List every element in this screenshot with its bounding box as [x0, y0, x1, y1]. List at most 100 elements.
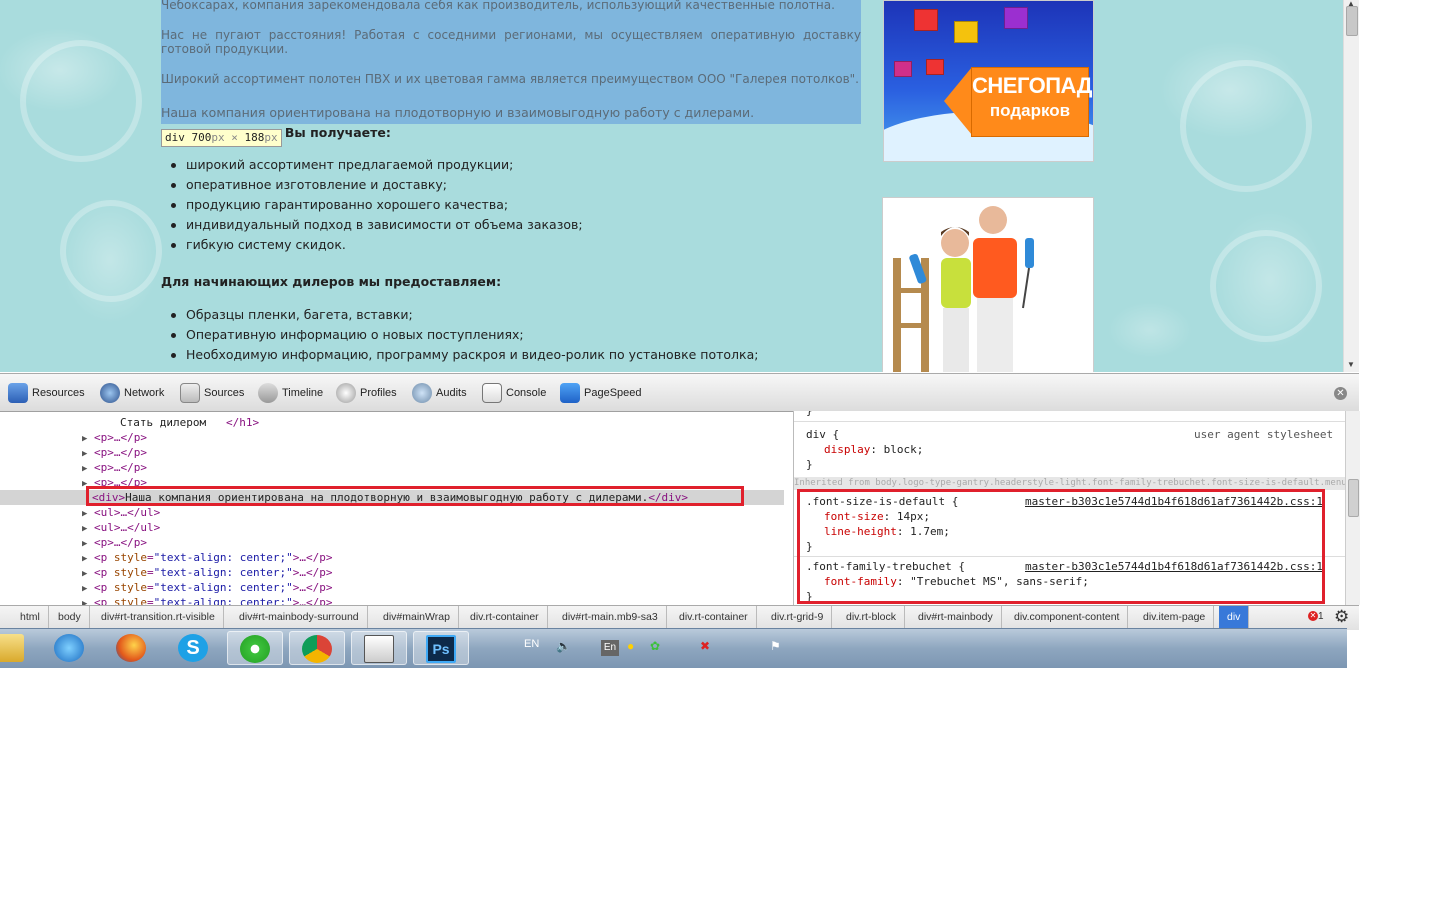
- node-tag: <p>…</p>: [94, 461, 148, 474]
- gift-icon: [894, 61, 912, 77]
- crumb-rt-transition[interactable]: div#rt-transition.rt-visible: [93, 606, 224, 630]
- scrollbar-thumb[interactable]: [1346, 6, 1358, 36]
- article-paragraph: Чебоксарах, компания зарекомендовала себ…: [161, 0, 835, 12]
- dom-node[interactable]: ▶ <p style="text-align: center;">…</p>: [82, 580, 333, 595]
- tab-pagespeed[interactable]: PageSpeed: [560, 380, 642, 406]
- page-scrollbar[interactable]: ▲ ▼: [1343, 0, 1359, 372]
- attr-name: style: [113, 581, 148, 594]
- crumb-rt-container[interactable]: div.rt-container: [462, 606, 548, 630]
- error-counter[interactable]: ✕ 1: [1308, 611, 1324, 622]
- crumb-component-content[interactable]: div.component-content: [1006, 606, 1129, 630]
- tab-audits[interactable]: Audits: [412, 380, 467, 406]
- crumb-rt-mainbody-surround[interactable]: div#rt-mainbody-surround: [231, 606, 368, 630]
- tab-profiles[interactable]: Profiles: [336, 380, 397, 406]
- resources-icon: [8, 383, 28, 404]
- pagespeed-icon: [560, 383, 580, 404]
- expand-triangle-icon[interactable]: ▶: [82, 449, 87, 459]
- dom-node[interactable]: ▶ <ul>…</ul>: [82, 520, 160, 535]
- h1-text: Стать дилером: [120, 416, 207, 429]
- node-tag: <p>…</p>: [94, 446, 148, 459]
- taskbar-explorer[interactable]: [0, 631, 38, 665]
- list-item: продукцию гарантированно хорошего качест…: [161, 195, 583, 215]
- expand-triangle-icon[interactable]: ▶: [82, 464, 87, 474]
- speaker-icon[interactable]: 🔈: [556, 639, 571, 653]
- crumb-selected-div[interactable]: div: [1219, 606, 1250, 630]
- gift-icon: [1004, 7, 1028, 29]
- rule-selector[interactable]: div {: [806, 427, 839, 442]
- crumb-rt-grid-9[interactable]: div.rt-grid-9: [763, 606, 833, 630]
- scrollbar-thumb[interactable]: [1348, 479, 1359, 517]
- gear-icon[interactable]: ⚙: [1334, 607, 1349, 627]
- dom-node[interactable]: ▶ <p>…</p>: [82, 445, 147, 460]
- expand-triangle-icon[interactable]: ▶: [82, 569, 87, 579]
- close-icon[interactable]: ✕: [1334, 387, 1347, 400]
- gift-icon: [954, 21, 978, 43]
- css-value: block;: [883, 443, 924, 456]
- list-item: гибкую систему скидок.: [161, 235, 583, 255]
- keyboard-layout-indicator[interactable]: En: [601, 640, 619, 656]
- crumb-mainwrap[interactable]: div#mainWrap: [375, 606, 459, 630]
- folder-icon: [0, 634, 24, 662]
- crumb-item-page[interactable]: div.item-page: [1135, 606, 1215, 630]
- css-declaration[interactable]: display: block;: [824, 442, 923, 457]
- taskbar-skype[interactable]: S: [166, 631, 222, 665]
- node-tag: <p>…</p>: [94, 431, 148, 444]
- expand-triangle-icon[interactable]: ▶: [82, 434, 87, 444]
- rule-separator: [794, 421, 1346, 422]
- expand-triangle-icon[interactable]: ▶: [82, 509, 87, 519]
- taskbar-firefox[interactable]: [104, 631, 160, 665]
- tab-console[interactable]: Console: [482, 380, 546, 406]
- list-item: широкий ассортимент предлагаемой продукц…: [161, 155, 583, 175]
- painters-photo-banner[interactable]: [882, 197, 1094, 372]
- taskbar-photoshop[interactable]: Ps: [413, 631, 469, 665]
- crumb-html[interactable]: html: [12, 606, 49, 630]
- crumb-rt-container[interactable]: div.rt-container: [671, 606, 757, 630]
- tray-app-icon[interactable]: ●: [627, 639, 634, 653]
- taskbar-icq[interactable]: [227, 631, 283, 665]
- dom-node[interactable]: ▶ <p style="text-align: center;">…</p>: [82, 565, 333, 580]
- tab-sources[interactable]: Sources: [180, 380, 244, 406]
- taskbar-notes[interactable]: [351, 631, 407, 665]
- internet-explorer-icon: [54, 634, 84, 662]
- gift-icon: [914, 9, 938, 31]
- node-tag: <p: [94, 581, 108, 594]
- list-item: индивидуальный подход в зависимости от о…: [161, 215, 583, 235]
- background-swirl: [20, 40, 142, 162]
- elements-tree: Стать дилером </h1> ▶ <p>…</p> ▶ <p>…</p…: [0, 411, 784, 605]
- dom-node[interactable]: ▶ <ul>…</ul>: [82, 505, 160, 520]
- tab-network[interactable]: Network: [100, 380, 164, 406]
- action-center-flag-icon[interactable]: ⚑: [770, 639, 781, 653]
- tab-resources[interactable]: Resources: [8, 380, 85, 406]
- expand-triangle-icon[interactable]: ▶: [82, 524, 87, 534]
- attr-value: "text-align: center;": [153, 566, 293, 579]
- tab-label: Resources: [32, 387, 85, 399]
- tray-alert-icon[interactable]: ✖: [700, 639, 710, 653]
- dom-node[interactable]: ▶ <p>…</p>: [82, 535, 147, 550]
- dom-node[interactable]: ▶ <p>…</p>: [82, 460, 147, 475]
- styles-scrollbar[interactable]: [1345, 411, 1360, 605]
- crumb-rt-mainbody[interactable]: div#rt-mainbody: [910, 606, 1002, 630]
- audits-icon: [412, 383, 432, 404]
- photoshop-icon: Ps: [426, 635, 456, 663]
- scroll-down-icon[interactable]: ▼: [1347, 360, 1355, 369]
- tab-timeline[interactable]: Timeline: [258, 380, 323, 406]
- crumb-rt-block[interactable]: div.rt-block: [838, 606, 905, 630]
- snowfall-gifts-banner[interactable]: СНЕГОПАД подарков: [883, 0, 1094, 162]
- profiles-icon: [336, 383, 356, 404]
- h1-node[interactable]: Стать дилером </h1>: [120, 415, 259, 430]
- dom-node[interactable]: ▶ <p>…</p>: [82, 430, 147, 445]
- expand-triangle-icon[interactable]: ▶: [82, 554, 87, 564]
- icq-tray-icon[interactable]: ✿: [650, 639, 660, 653]
- taskbar-ie[interactable]: [42, 631, 98, 665]
- taskbar-chrome[interactable]: [289, 631, 345, 665]
- expand-triangle-icon[interactable]: ▶: [82, 539, 87, 549]
- tooltip-unit: px: [264, 131, 278, 144]
- language-indicator[interactable]: EN: [524, 638, 539, 650]
- windows-taskbar: S Ps EN 🔈 En ● ✿ ✖ ⚑: [0, 628, 1347, 668]
- dom-node[interactable]: ▶ <p style="text-align: center;">…</p>: [82, 595, 333, 605]
- crumb-rt-main[interactable]: div#rt-main.mb9-sa3: [554, 606, 667, 630]
- expand-triangle-icon[interactable]: ▶: [82, 584, 87, 594]
- tab-label: Audits: [436, 387, 467, 399]
- dom-node[interactable]: ▶ <p style="text-align: center;">…</p>: [82, 550, 333, 565]
- crumb-body[interactable]: body: [50, 606, 90, 630]
